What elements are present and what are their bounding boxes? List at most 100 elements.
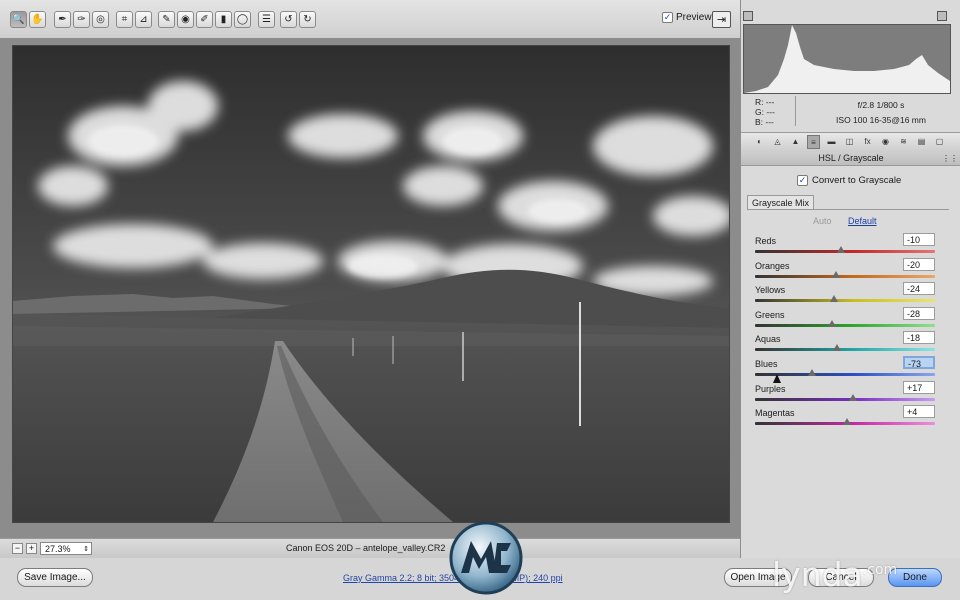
histogram: [743, 24, 951, 94]
slider-row-yellows: Yellows -24: [741, 282, 960, 309]
zoom-in-button[interactable]: +: [26, 543, 37, 554]
tab-hidden-extra-icon[interactable]: ▢: [933, 135, 946, 149]
grayscale-landscape-image: [13, 46, 729, 522]
tab-hsl-grayscale-icon[interactable]: ≡: [807, 135, 820, 149]
radial-filter-tool-icon[interactable]: ◯: [234, 11, 251, 28]
rgb-readout: R: --- G: --- B: ---: [755, 97, 775, 127]
graduated-filter-tool-icon[interactable]: ▮: [215, 11, 232, 28]
preferences-tool-icon[interactable]: ☰: [258, 11, 275, 28]
slider-thumb[interactable]: [848, 393, 857, 401]
slider-row-aquas: Aquas -18: [741, 331, 960, 358]
slider-value-field[interactable]: -20: [903, 257, 935, 271]
zoom-out-button[interactable]: −: [12, 543, 23, 554]
slider-value-field[interactable]: -28: [903, 306, 935, 320]
slider-thumb[interactable]: [808, 369, 817, 376]
lynda-watermark: lynda.com: [772, 555, 897, 594]
slider-track[interactable]: [755, 323, 935, 327]
slider-track[interactable]: [755, 250, 935, 253]
zoom-level-value: 27.3%: [45, 544, 71, 554]
tab-snapshots-icon[interactable]: ▤: [915, 135, 928, 149]
readout-divider: [795, 96, 796, 126]
readout-area: R: --- G: --- B: --- f/2.8 1/800 s ISO 1…: [741, 92, 960, 130]
convert-grayscale-option[interactable]: ✓ Convert to Grayscale: [797, 175, 901, 186]
panel-tabs: ◐ ◬ ▲ ≡ ▬ ◫ fx ◉ ≋ ▤ ▢: [741, 132, 960, 153]
slider-value-field[interactable]: -73: [903, 356, 935, 369]
panel-title-text: HSL / Grayscale: [818, 153, 884, 163]
status-bar: − + 27.3% ⇕ Canon EOS 20D – antelope_val…: [0, 538, 740, 559]
slider-track[interactable]: [755, 299, 935, 303]
convert-grayscale-checkbox[interactable]: ✓: [797, 175, 808, 186]
straighten-tool-icon[interactable]: ⊿: [135, 11, 152, 28]
tab-split-toning-icon[interactable]: ▬: [825, 135, 838, 149]
cm-logo-watermark: [449, 521, 523, 595]
slider-value-field[interactable]: +17: [903, 380, 935, 394]
tab-basic-icon[interactable]: ◐: [753, 135, 766, 149]
preview-toggle[interactable]: ✓ Preview: [662, 12, 712, 23]
slider-thumb[interactable]: [828, 319, 837, 327]
slider-thumb[interactable]: [842, 418, 851, 426]
exif-info: f/2.8 1/800 s ISO 100 16-35@16 mm: [817, 98, 945, 128]
tab-detail-icon[interactable]: ▲: [789, 135, 802, 149]
slider-value-field[interactable]: +4: [903, 405, 935, 419]
panel-menu-icon[interactable]: ⋮⋮: [942, 152, 958, 165]
blue-readout: B: ---: [755, 117, 774, 127]
slider-row-reds: Reds -10: [741, 233, 960, 260]
preview-checkbox[interactable]: ✓: [662, 12, 673, 23]
slider-row-purples: Purples +17: [741, 380, 960, 408]
panel-title: HSL / Grayscale ⋮⋮: [741, 152, 960, 166]
default-link[interactable]: Default: [848, 216, 877, 226]
tab-lens-corrections-icon[interactable]: ◫: [843, 135, 856, 149]
subtab-divider: [747, 209, 949, 210]
slider-row-magentas: Magentas +4: [741, 405, 960, 432]
slider-label: Oranges: [755, 260, 790, 271]
slider-track[interactable]: [755, 373, 935, 376]
save-image-button[interactable]: Save Image...: [17, 568, 93, 587]
zoom-level-select[interactable]: 27.3% ⇕: [40, 542, 92, 555]
spot-removal-tool-icon[interactable]: ✎: [158, 11, 175, 28]
adjustment-brush-tool-icon[interactable]: ✐: [196, 11, 213, 28]
fullscreen-toggle-icon[interactable]: ⇥: [712, 11, 731, 28]
rotate-right-tool-icon[interactable]: ↻: [299, 11, 316, 28]
tab-camera-calibration-icon[interactable]: ◉: [879, 135, 892, 149]
slider-value-field[interactable]: -10: [903, 233, 935, 246]
tab-presets-icon[interactable]: ≋: [897, 135, 910, 149]
hand-tool-icon[interactable]: ✋: [29, 11, 46, 28]
slider-label: Blues: [755, 359, 778, 369]
slider-thumb[interactable]: [832, 270, 840, 278]
camera-filename: Canon EOS 20D – antelope_valley.CR2: [286, 543, 446, 553]
slider-label: Reds: [755, 236, 777, 246]
color-sampler-tool-icon[interactable]: ✑: [73, 11, 90, 28]
slider-value-field[interactable]: -18: [903, 331, 935, 345]
targeted-adjustment-tool-icon[interactable]: ◎: [92, 11, 109, 28]
tab-tone-curve-icon[interactable]: ◬: [771, 135, 784, 149]
tab-effects-icon[interactable]: fx: [861, 135, 874, 149]
slider-thumb[interactable]: [832, 344, 841, 352]
slider-track[interactable]: [755, 274, 935, 278]
auto-link[interactable]: Auto: [813, 216, 832, 226]
slider-thumb[interactable]: [830, 295, 839, 303]
highlight-clipping-warning-icon[interactable]: [937, 11, 947, 21]
slider-track[interactable]: [755, 348, 935, 352]
iso-lens: ISO 100 16-35@16 mm: [836, 115, 926, 125]
zoom-tool-icon[interactable]: 🔍: [10, 11, 27, 28]
red-eye-tool-icon[interactable]: ◉: [177, 11, 194, 28]
mouse-cursor-icon: [773, 374, 781, 383]
rotate-left-tool-icon[interactable]: ↺: [280, 11, 297, 28]
slider-label: Yellows: [755, 285, 786, 296]
white-balance-tool-icon[interactable]: ✒: [54, 11, 71, 28]
tab-grayscale-mix[interactable]: Grayscale Mix: [747, 195, 815, 210]
slider-row-greens: Greens -28: [741, 306, 960, 334]
green-readout: G: ---: [755, 107, 775, 117]
slider-label: Greens: [755, 309, 785, 320]
toolbar: 🔍 ✋ ✒ ✑ ◎ ⌗ ⊿ ✎ ◉ ✐ ▮ ◯ ☰ ↺ ↻: [0, 0, 740, 39]
shadow-clipping-warning-icon[interactable]: [743, 11, 753, 21]
convert-grayscale-label: Convert to Grayscale: [812, 175, 902, 186]
slider-label: Aquas: [755, 334, 781, 345]
slider-track[interactable]: [755, 397, 935, 401]
watermark-brand: lynda: [772, 555, 863, 594]
slider-value-field[interactable]: -24: [903, 282, 935, 296]
crop-tool-icon[interactable]: ⌗: [116, 11, 133, 28]
slider-thumb[interactable]: [836, 246, 845, 253]
watermark-tld: .com: [862, 562, 898, 578]
right-panel: R: --- G: --- B: --- f/2.8 1/800 s ISO 1…: [740, 0, 960, 558]
